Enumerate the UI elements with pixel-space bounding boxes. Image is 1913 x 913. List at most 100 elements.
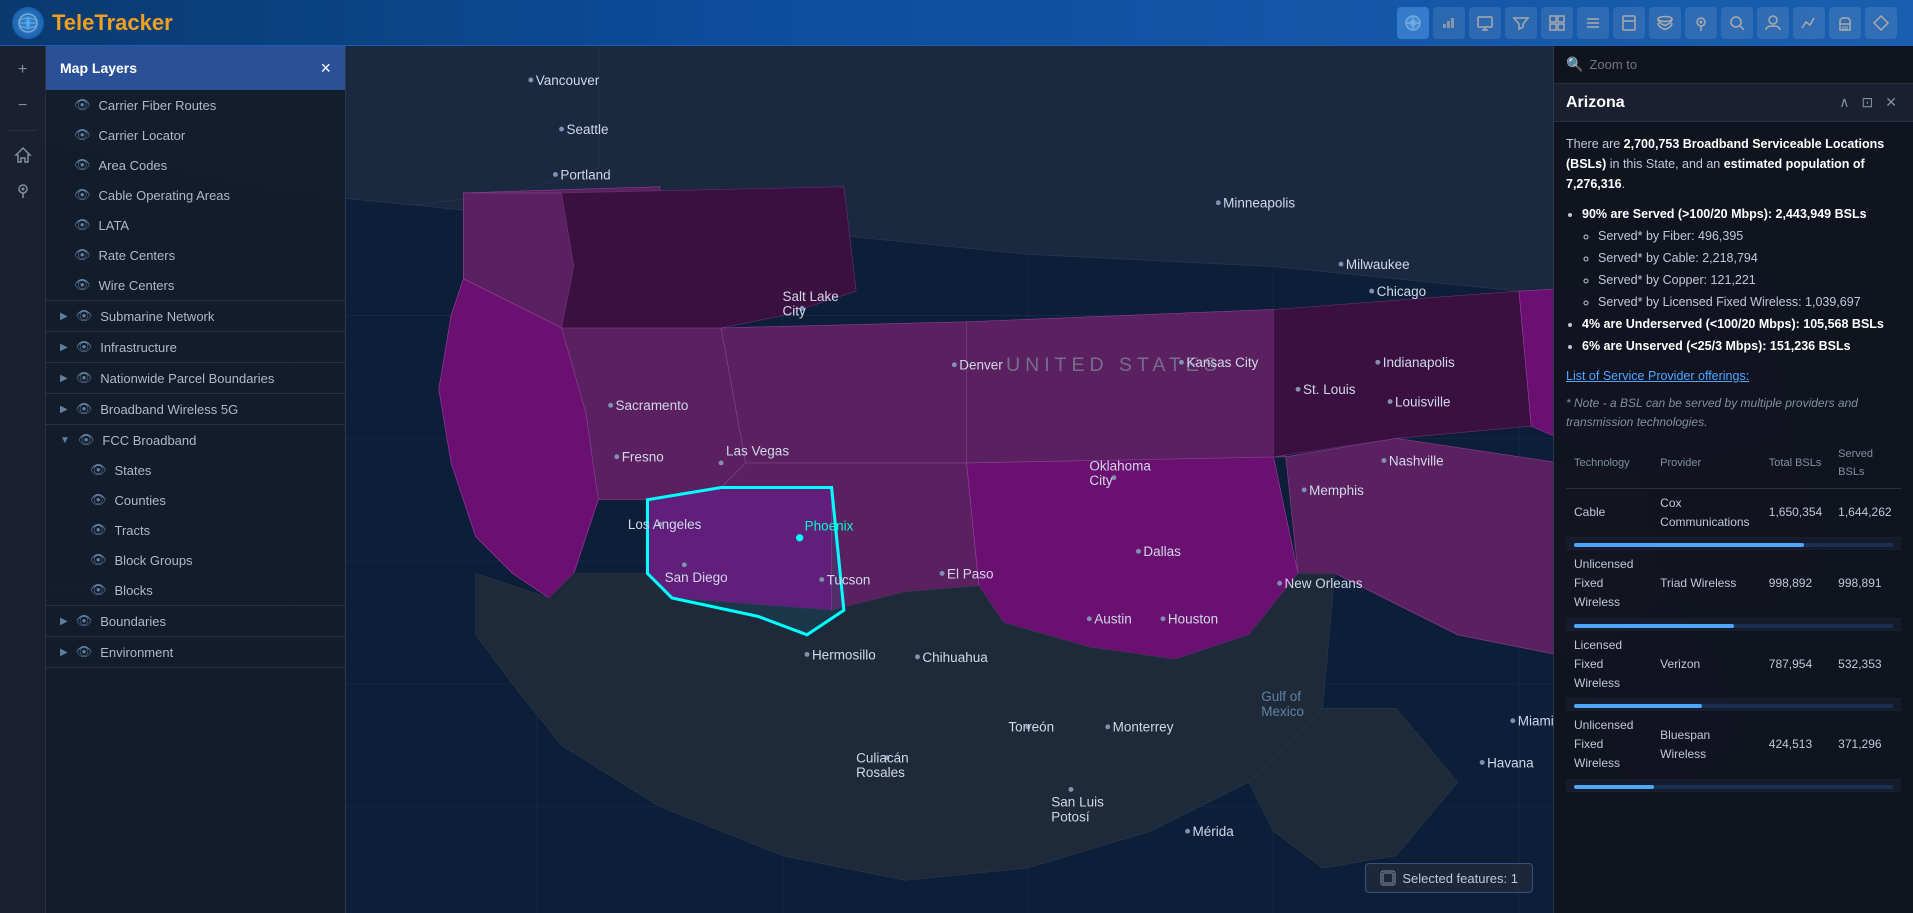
user-tool-button[interactable] — [1757, 7, 1789, 39]
eye-icon: 👁 — [90, 462, 107, 478]
close-panel-button[interactable]: ✕ — [1881, 92, 1901, 113]
table-row — [1566, 618, 1901, 630]
city-memphis: Memphis — [1309, 483, 1364, 498]
expand-icon: ▼ — [60, 435, 70, 446]
layers-tool-button[interactable] — [1397, 7, 1429, 39]
city-minneapolis: Minneapolis — [1223, 196, 1295, 211]
eye-icon: 👁 — [74, 217, 91, 233]
table-row — [1566, 779, 1901, 791]
grid-tool-button[interactable] — [1541, 7, 1573, 39]
layer-cable-operating[interactable]: 👁 Cable Operating Areas — [46, 180, 345, 210]
city-havana: Havana — [1487, 755, 1534, 770]
map-layers-panel: Map Layers × 👁 Carrier Fiber Routes 👁 Ca… — [46, 46, 346, 913]
eye-icon: 👁 — [74, 157, 91, 173]
layer-broadband-wireless[interactable]: ▶ 👁 Broadband Wireless 5G — [46, 394, 345, 424]
panel-content[interactable]: 👁 Carrier Fiber Routes 👁 Carrier Locator… — [46, 90, 345, 913]
home-button[interactable] — [7, 139, 39, 171]
filter-tool-button[interactable] — [1505, 7, 1537, 39]
expand-icon: ▶ — [60, 373, 68, 384]
submarine-group: ▶ 👁 Submarine Network — [46, 301, 345, 332]
boundaries-group: ▶ 👁 Boundaries — [46, 606, 345, 637]
layer-boundaries[interactable]: ▶ 👁 Boundaries — [46, 606, 345, 636]
expand-icon: ▶ — [60, 616, 68, 627]
city-torreon: Torreón — [1008, 720, 1054, 735]
layer-wire-centers[interactable]: 👁 Wire Centers — [46, 270, 345, 300]
panel-header: Map Layers × — [46, 46, 345, 90]
layer-states[interactable]: 👁 States — [46, 455, 345, 485]
cell-total: 1,650,354 — [1761, 488, 1830, 537]
city-sacramento: Sacramento — [616, 398, 689, 413]
cell-served: 1,644,262 — [1830, 488, 1901, 537]
layer-fcc-broadband[interactable]: ▼ 👁 FCC Broadband — [46, 425, 345, 455]
logo-icon — [12, 7, 44, 39]
cell-provider: Verizon — [1652, 630, 1761, 699]
bsl-table-body: Cable Cox Communications 1,650,354 1,644… — [1566, 488, 1901, 791]
layer-area-codes[interactable]: 👁 Area Codes — [46, 150, 345, 180]
layer-environment[interactable]: ▶ 👁 Environment — [46, 637, 345, 667]
layer-carrier-locator[interactable]: 👁 Carrier Locator — [46, 120, 345, 150]
search-tool-button[interactable] — [1721, 7, 1753, 39]
selected-features-icon — [1380, 870, 1396, 886]
base-layers-group: 👁 Carrier Fiber Routes 👁 Carrier Locator… — [46, 90, 345, 301]
bookmark-tool-button[interactable] — [1613, 7, 1645, 39]
analytics-tool-button[interactable] — [1793, 7, 1825, 39]
service-provider-link[interactable]: List of Service Provider offerings: — [1566, 369, 1749, 383]
city-okc2: City — [1089, 473, 1112, 488]
layer-blocks[interactable]: 👁 Blocks — [46, 575, 345, 605]
layer-counties[interactable]: 👁 Counties — [46, 485, 345, 515]
diamond-tool-button[interactable] — [1865, 7, 1897, 39]
location-tool-button[interactable] — [1685, 7, 1717, 39]
layer-rate-centers[interactable]: 👁 Rate Centers — [46, 240, 345, 270]
layer-parcel-boundaries[interactable]: ▶ 👁 Nationwide Parcel Boundaries — [46, 363, 345, 393]
city-culiacan2: Rosales — [856, 765, 905, 780]
col-provider: Provider — [1652, 440, 1761, 488]
eye-icon: 👁 — [74, 277, 91, 293]
city-milwaukee: Milwaukee — [1346, 257, 1410, 272]
layer-submarine-network[interactable]: ▶ 👁 Submarine Network — [46, 301, 345, 331]
layer-infrastructure[interactable]: ▶ 👁 Infrastructure — [46, 332, 345, 362]
zoom-to-input[interactable] — [1589, 57, 1901, 72]
progress-bar — [1574, 785, 1654, 789]
progress-bar — [1574, 704, 1702, 708]
layer-carrier-fiber[interactable]: 👁 Carrier Fiber Routes — [46, 90, 345, 120]
city-chicago: Chicago — [1377, 284, 1427, 299]
city-sanluis: San Luis — [1051, 795, 1104, 810]
signal-tool-button[interactable] — [1433, 7, 1465, 39]
label-gulf2: Mexico — [1261, 704, 1304, 719]
panel-close-button[interactable]: × — [320, 59, 331, 77]
add-button[interactable]: + — [7, 54, 39, 86]
print-tool-button[interactable] — [1829, 7, 1861, 39]
table-row: Unlicensed Fixed Wireless Bluespan Wirel… — [1566, 711, 1901, 780]
location-pin-button[interactable] — [7, 175, 39, 207]
city-phoenix: Phoenix — [805, 518, 854, 533]
city-portland: Portland — [560, 167, 610, 182]
eye-icon: 👁 — [76, 401, 93, 417]
list-tool-button[interactable] — [1577, 7, 1609, 39]
wireless-item: Served* by Licensed Fixed Wireless: 1,03… — [1598, 292, 1901, 312]
layer-tracts[interactable]: 👁 Tracts — [46, 515, 345, 545]
layer-block-groups[interactable]: 👁 Block Groups — [46, 545, 345, 575]
remove-button[interactable]: − — [7, 90, 39, 122]
header-toolbar — [1397, 7, 1913, 39]
city-culiacan: Culiacán — [856, 750, 909, 765]
progress-bar-container — [1574, 543, 1893, 547]
city-nashville: Nashville — [1389, 453, 1444, 468]
info-panel-header: Arizona ∧ ⊡ ✕ — [1554, 84, 1913, 122]
eye-icon: 👁 — [76, 644, 93, 660]
layer-lata[interactable]: 👁 LATA — [46, 210, 345, 240]
eye-icon: 👁 — [90, 582, 107, 598]
bullet-served: 90% are Served (>100/20 Mbps): 2,443,949… — [1582, 204, 1901, 312]
screen-tool-button[interactable] — [1469, 7, 1501, 39]
city-fresno: Fresno — [622, 450, 664, 465]
table-row: Cable Cox Communications 1,650,354 1,644… — [1566, 488, 1901, 537]
expand-icon: ▶ — [60, 342, 68, 353]
city-merida: Mérida — [1192, 824, 1234, 839]
expand-panel-button[interactable]: ∧ — [1835, 92, 1853, 113]
cell-served: 371,296 — [1830, 711, 1901, 780]
city-vancouver: Vancouver — [536, 73, 600, 88]
layers2-tool-button[interactable] — [1649, 7, 1681, 39]
cell-provider: Triad Wireless — [1652, 549, 1761, 618]
city-dallas: Dallas — [1143, 544, 1181, 559]
environment-group: ▶ 👁 Environment — [46, 637, 345, 668]
maximize-panel-button[interactable]: ⊡ — [1858, 92, 1878, 113]
